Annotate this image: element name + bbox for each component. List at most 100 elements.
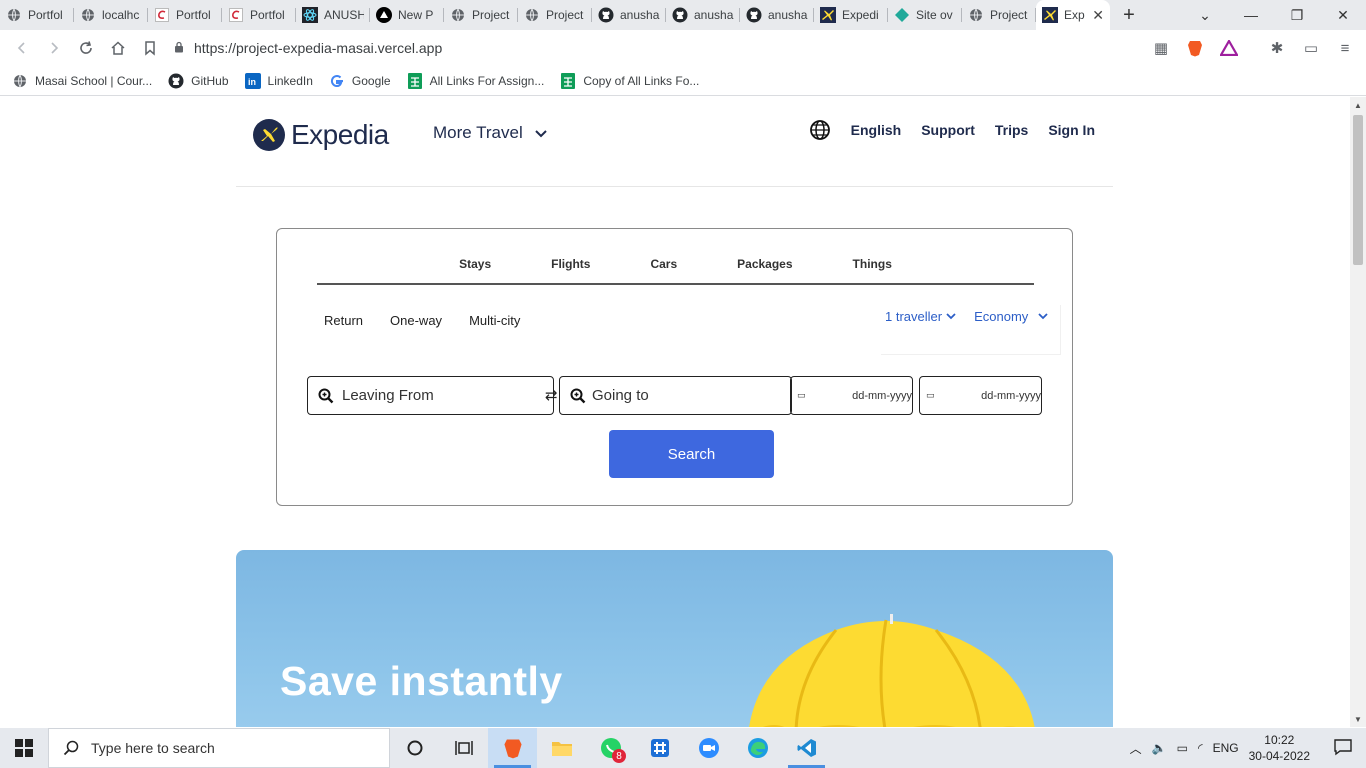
browser-tab[interactable]: Portfol <box>222 0 296 30</box>
calendar-icon[interactable]: ▭ <box>926 390 935 401</box>
file-explorer-icon[interactable] <box>537 728 586 768</box>
browser-tab[interactable]: anusha <box>666 0 740 30</box>
back-icon[interactable] <box>6 32 38 64</box>
browser-tab[interactable]: Project <box>962 0 1036 30</box>
departure-date-input[interactable]: ▭ dd-mm-yyyy <box>790 376 913 415</box>
chevron-up-icon[interactable]: ︿ <box>1130 740 1142 757</box>
battery-icon[interactable]: ▭ <box>1177 741 1188 755</box>
tab-flights[interactable]: Flights <box>551 255 590 283</box>
more-travel-menu[interactable]: More Travel <box>433 123 547 143</box>
calendar-icon[interactable]: ▭ <box>797 390 806 401</box>
browser-tab-strip: Portfol localhc Portfol Portfol ANUSH New P Pr… <box>0 0 1366 30</box>
whatsapp-icon[interactable]: 8 <box>586 728 635 768</box>
windows-taskbar: Type here to search 8 ︿ 🔈 ▭ ◜ ENG 10:22 … <box>0 728 1366 768</box>
browser-tab[interactable]: localhc <box>74 0 148 30</box>
windows-start-icon[interactable] <box>0 728 48 768</box>
scrollbar-thumb[interactable] <box>1353 115 1363 265</box>
cortana-icon[interactable] <box>390 728 439 768</box>
clock-date: 30-04-2022 <box>1248 749 1310 763</box>
bookmark-item[interactable]: GitHub <box>168 73 229 89</box>
browser-tab[interactable]: anusha <box>740 0 814 30</box>
url-text[interactable]: https://project-expedia-masai.vercel.app <box>194 40 442 56</box>
wifi-icon[interactable]: ◜ <box>1198 741 1203 755</box>
browser-tab[interactable]: Portfol <box>0 0 74 30</box>
sign-in-link[interactable]: Sign In <box>1048 122 1095 138</box>
notifications-icon[interactable] <box>1334 738 1352 759</box>
going-to-input[interactable]: Going to <box>559 376 792 415</box>
close-tab-icon[interactable]: ✕ <box>1092 7 1104 24</box>
swap-icon[interactable]: ⇄ <box>545 386 558 404</box>
address-bar[interactable]: https://project-expedia-masai.vercel.app <box>174 34 1149 62</box>
travellers-select[interactable]: 1 traveller <box>885 305 956 327</box>
browser-tab[interactable]: anusha <box>592 0 666 30</box>
forward-icon[interactable] <box>38 32 70 64</box>
bookmark-item[interactable]: Masai School | Cour... <box>12 73 152 89</box>
search-icon <box>568 386 588 406</box>
close-window-icon[interactable]: ✕ <box>1320 7 1366 24</box>
search-button[interactable]: Search <box>609 430 774 478</box>
browser-tab-label: anusha <box>620 8 660 22</box>
task-view-icon[interactable] <box>439 728 488 768</box>
page-scrollbar[interactable]: ▲ ▼ <box>1350 97 1366 727</box>
trip-type-multi-city[interactable]: Multi-city <box>469 313 520 328</box>
volume-icon[interactable]: 🔈 <box>1152 741 1167 755</box>
home-icon[interactable] <box>102 32 134 64</box>
restore-icon[interactable]: ❐ <box>1274 7 1320 24</box>
menu-icon[interactable]: ≡ <box>1330 34 1360 62</box>
browser-tab[interactable]: ANUSH <box>296 0 370 30</box>
cabin-class-select[interactable]: Economy <box>974 305 1048 327</box>
sheets-icon <box>560 72 576 89</box>
site-header: Expedia More Travel English Support Trip… <box>236 97 1113 187</box>
browser-tab[interactable]: Project <box>518 0 592 30</box>
browser-tab[interactable]: Project <box>444 0 518 30</box>
support-link[interactable]: Support <box>921 122 975 138</box>
browser-tab[interactable]: Site ov <box>888 0 962 30</box>
wallet-icon[interactable]: ▭ <box>1296 34 1326 62</box>
minimize-icon[interactable]: — <box>1228 7 1274 23</box>
trip-type-return[interactable]: Return <box>324 313 363 328</box>
globe-icon[interactable] <box>809 119 831 141</box>
expedia-plane-icon <box>253 119 285 151</box>
qr-code-icon[interactable]: ▦ <box>1146 34 1176 62</box>
browser-tab[interactable]: Expedi <box>814 0 888 30</box>
language-link[interactable]: English <box>851 122 902 138</box>
trip-type-one-way[interactable]: One-way <box>390 313 442 328</box>
vscode-icon[interactable] <box>782 728 831 768</box>
slack-icon[interactable] <box>635 728 684 768</box>
expedia-logo[interactable]: Expedia <box>253 119 389 151</box>
window-controls: ⌄ — ❐ ✕ <box>1182 0 1366 30</box>
expedia-icon <box>1042 7 1058 23</box>
zoom-icon[interactable] <box>684 728 733 768</box>
edge-icon[interactable] <box>733 728 782 768</box>
new-tab-button[interactable]: + <box>1110 0 1148 30</box>
tab-things[interactable]: Things <box>853 255 892 283</box>
bookmark-icon[interactable] <box>134 32 166 64</box>
browser-tab[interactable]: Exp ✕ <box>1036 0 1110 30</box>
tab-search-icon[interactable]: ⌄ <box>1182 7 1228 24</box>
brave-browser-icon[interactable] <box>488 728 537 768</box>
extensions-icon[interactable]: ✱ <box>1262 34 1292 62</box>
lock-icon[interactable] <box>174 41 184 56</box>
scroll-down-icon[interactable]: ▼ <box>1350 711 1366 727</box>
bookmark-item[interactable]: All Links For Assign... <box>407 72 544 89</box>
clock[interactable]: 10:22 30-04-2022 <box>1249 732 1310 764</box>
brave-rewards-icon[interactable] <box>1214 34 1244 62</box>
leaving-from-input[interactable]: Leaving From <box>307 376 554 415</box>
reload-icon[interactable] <box>70 32 102 64</box>
trips-link[interactable]: Trips <box>995 122 1028 138</box>
taskbar-search[interactable]: Type here to search <box>48 728 390 768</box>
scroll-up-icon[interactable]: ▲ <box>1350 97 1366 113</box>
bookmark-item[interactable]: Google <box>329 73 391 89</box>
tab-packages[interactable]: Packages <box>737 255 792 283</box>
browser-tab[interactable]: Portfol <box>148 0 222 30</box>
bookmark-item[interactable]: Copy of All Links Fo... <box>560 72 699 89</box>
browser-tab[interactable]: New P <box>370 0 444 30</box>
bookmark-label: LinkedIn <box>267 73 313 88</box>
tab-stays[interactable]: Stays <box>459 255 491 283</box>
language-indicator[interactable]: ENG <box>1213 741 1239 755</box>
bookmark-item[interactable]: in LinkedIn <box>244 72 313 89</box>
tab-cars[interactable]: Cars <box>650 255 677 283</box>
globe-icon <box>80 7 96 23</box>
return-date-input[interactable]: ▭ dd-mm-yyyy <box>919 376 1042 415</box>
brave-shields-icon[interactable] <box>1180 34 1210 62</box>
